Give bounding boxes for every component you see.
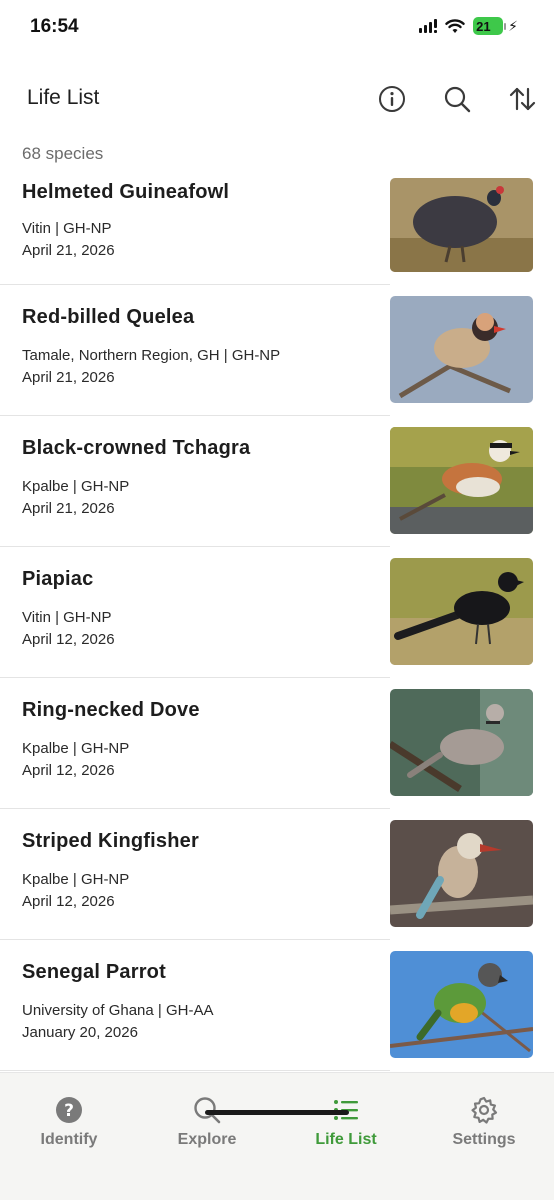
status-bar: 16:54 21 ⚡︎: [0, 0, 554, 56]
observation-date: April 12, 2026: [22, 762, 115, 779]
list-item[interactable]: Senegal Parrot University of Ghana | GH-…: [0, 940, 554, 1071]
bottom-navigation: ? Identify Explore Life List Settings: [0, 1072, 554, 1200]
observation-date: April 21, 2026: [22, 369, 115, 386]
list-item[interactable]: Black-crowned Tchagra Kpalbe | GH-NP Apr…: [0, 416, 554, 547]
observation-date: January 20, 2026: [22, 1024, 138, 1041]
nav-label: Explore: [177, 1131, 237, 1148]
page-title: Life List: [27, 86, 100, 109]
wifi-icon: [445, 18, 465, 33]
search-icon: [444, 86, 471, 113]
list-item[interactable]: Ring-necked Dove Kpalbe | GH-NP April 12…: [0, 678, 554, 809]
species-name: Striped Kingfisher: [22, 830, 199, 852]
life-list: Helmeted Guineafowl Vitin | GH-NP April …: [0, 172, 554, 1071]
list-item[interactable]: Red-billed Quelea Tamale, Northern Regio…: [0, 285, 554, 416]
species-photo: [390, 427, 533, 534]
observation-location: University of Ghana | GH-AA: [22, 1002, 214, 1019]
species-photo: [390, 178, 533, 272]
info-button[interactable]: [377, 84, 407, 114]
status-icons: 21 ⚡︎: [419, 17, 518, 35]
species-photo: [390, 296, 533, 403]
species-name: Black-crowned Tchagra: [22, 437, 251, 459]
sort-arrows-icon: [509, 87, 536, 111]
home-indicator[interactable]: [205, 1110, 349, 1115]
observation-location: Vitin | GH-NP: [22, 609, 112, 626]
battery-level: 21: [476, 18, 491, 34]
list-item[interactable]: Piapiac Vitin | GH-NP April 12, 2026: [0, 547, 554, 678]
observation-date: April 21, 2026: [22, 242, 115, 259]
species-count: 68 species: [22, 144, 104, 163]
sort-button[interactable]: [507, 84, 537, 114]
nav-explore[interactable]: Explore: [138, 1095, 276, 1155]
observation-location: Kpalbe | GH-NP: [22, 478, 130, 495]
observation-location: Vitin | GH-NP: [22, 220, 112, 237]
list-item[interactable]: Helmeted Guineafowl Vitin | GH-NP April …: [0, 172, 554, 285]
observation-location: Tamale, Northern Region, GH | GH-NP: [22, 347, 281, 364]
status-time: 16:54: [30, 16, 79, 37]
search-button[interactable]: [442, 84, 472, 114]
nav-life-list[interactable]: Life List: [277, 1095, 415, 1155]
species-photo: [390, 558, 533, 665]
cellular-signal-icon: [419, 19, 438, 33]
info-icon: [379, 86, 405, 112]
species-name: Ring-necked Dove: [22, 699, 200, 721]
species-name: Senegal Parrot: [22, 961, 166, 983]
gear-icon: [471, 1096, 498, 1124]
observation-date: April 21, 2026: [22, 500, 115, 517]
nav-settings[interactable]: Settings: [415, 1095, 553, 1155]
species-photo: [390, 689, 533, 796]
question-circle-icon: ?: [56, 1097, 82, 1123]
nav-label: Settings: [452, 1131, 516, 1148]
list-item[interactable]: Striped Kingfisher Kpalbe | GH-NP April …: [0, 809, 554, 940]
observation-location: Kpalbe | GH-NP: [22, 871, 130, 888]
species-photo: [390, 951, 533, 1058]
charging-bolt-icon: ⚡︎: [508, 17, 518, 34]
species-name: Piapiac: [22, 568, 94, 590]
species-name: Helmeted Guineafowl: [22, 181, 230, 203]
nav-label: Life List: [315, 1131, 377, 1148]
observation-date: April 12, 2026: [22, 893, 115, 910]
nav-label: Identify: [40, 1131, 98, 1148]
svg-text:?: ?: [64, 1101, 74, 1121]
observation-location: Kpalbe | GH-NP: [22, 740, 130, 757]
observation-date: April 12, 2026: [22, 631, 115, 648]
species-name: Red-billed Quelea: [22, 306, 195, 328]
nav-identify[interactable]: ? Identify: [0, 1095, 138, 1155]
battery-icon: 21: [473, 17, 504, 35]
species-photo: [390, 820, 533, 927]
app-header: Life List: [0, 72, 554, 126]
